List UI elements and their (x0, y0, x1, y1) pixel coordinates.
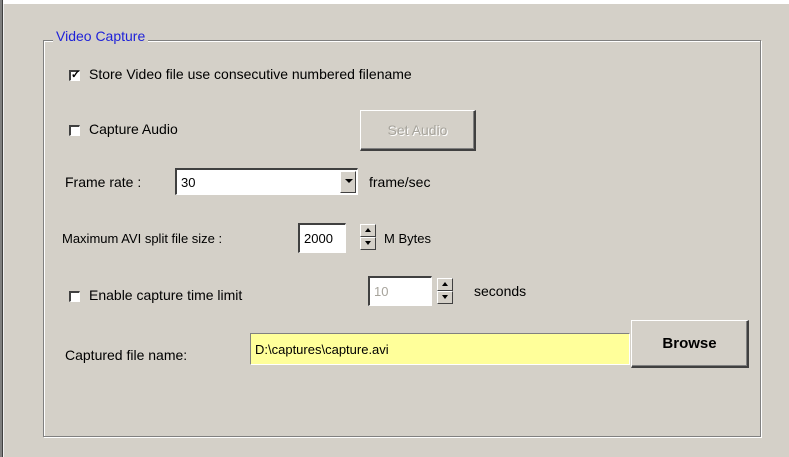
spin-up-icon[interactable] (437, 278, 453, 291)
avi-split-unit: M Bytes (384, 231, 431, 246)
time-limit-unit: seconds (474, 283, 527, 299)
avi-split-field[interactable]: 2000 (298, 223, 346, 253)
captured-file-field[interactable]: D:\captures\capture.avi (250, 333, 630, 365)
frame-rate-unit: frame/sec (369, 174, 431, 190)
window-top-edge (0, 0, 789, 4)
time-limit-checkbox[interactable] (69, 291, 80, 302)
captured-file-label: Captured file name: (65, 347, 188, 363)
frame-rate-value: 30 (181, 174, 196, 190)
time-limit-spinner[interactable] (437, 278, 453, 304)
chevron-down-icon[interactable] (340, 171, 356, 193)
browse-button[interactable]: Browse (631, 320, 749, 368)
store-numbered-label[interactable]: Store Video file use consecutive numbere… (89, 66, 412, 82)
spin-up-icon[interactable] (360, 224, 376, 237)
window-left-edge-light (3, 4, 4, 457)
capture-audio-checkbox[interactable] (69, 125, 80, 136)
store-numbered-checkbox[interactable]: ✓ (69, 69, 81, 81)
frame-rate-label: Frame rate : (65, 174, 142, 190)
capture-audio-label[interactable]: Capture Audio (89, 121, 178, 137)
video-capture-group-title: Video Capture (53, 28, 149, 44)
spin-down-icon[interactable] (437, 291, 453, 304)
time-limit-label[interactable]: Enable capture time limit (89, 287, 242, 303)
avi-split-spinner[interactable] (360, 224, 376, 250)
checkmark-icon: ✓ (71, 69, 81, 81)
avi-split-label: Maximum AVI split file size : (62, 231, 223, 246)
set-audio-button[interactable]: Set Audio (360, 110, 476, 151)
frame-rate-select[interactable]: 30 (175, 168, 358, 195)
spin-down-icon[interactable] (360, 237, 376, 250)
time-limit-field[interactable]: 10 (368, 276, 432, 306)
